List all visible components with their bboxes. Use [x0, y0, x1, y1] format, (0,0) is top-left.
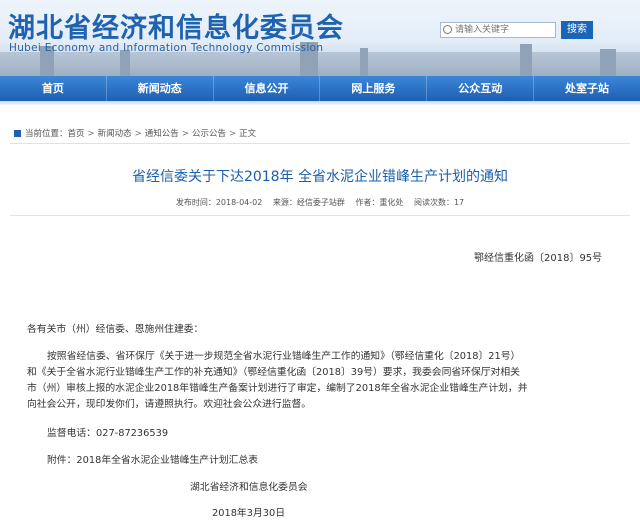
nav-shadow: [0, 101, 640, 105]
salutation: 各有关市（州）经信委、恩施州住建委：: [27, 324, 204, 335]
skyline-building: [360, 48, 368, 76]
article-author: 作者：重化处: [355, 198, 404, 207]
skyline-building: [600, 49, 616, 76]
header-banner: 湖北省经济和信息化委员会 Hubei Economy and Informati…: [0, 0, 640, 76]
breadcrumb-separator: >: [228, 129, 237, 139]
breadcrumb: 当前位置：首页 > 新闻动态 > 通知公告 > 公示公告 > 正文: [14, 127, 256, 139]
attachment-link[interactable]: 附件：2018年全省水泥企业错峰生产计划汇总表: [47, 453, 258, 468]
breadcrumb-separator: >: [87, 129, 95, 139]
search-icon: [443, 25, 452, 34]
view-count: 阅读次数：17: [413, 198, 465, 207]
paragraph-line: 和《关于全省水泥行业错峰生产工作的补充通知》（鄂经信重化函〔2018〕39号）要…: [27, 367, 520, 378]
home-icon: [14, 130, 21, 137]
document-number: 鄂经信重化函〔2018〕95号: [474, 253, 603, 264]
breadcrumb-item-home[interactable]: 首页: [68, 129, 85, 139]
search-input[interactable]: [440, 22, 556, 38]
breadcrumb-item-public-notices[interactable]: 公示公告: [192, 129, 226, 139]
article-title: 省经信委关于下达2018年 全省水泥企业错峰生产计划的通知: [131, 169, 509, 185]
signature: 湖北省经济和信息化委员会: [190, 482, 308, 493]
article-source: 来源：经信委子站群: [272, 198, 345, 207]
site-title: 湖北省经济和信息化委员会: [8, 13, 344, 44]
nav-item-home[interactable]: 首页: [0, 76, 107, 101]
paragraph-line: 按照省经信委、省环保厅《关于进一步规范全省水泥行业错峰生产工作的通知》（鄂经信重…: [47, 351, 521, 362]
breadcrumb-item-current: 正文: [239, 129, 257, 139]
nav-item-department-sites[interactable]: 处室子站: [534, 76, 640, 101]
city-skyline: [0, 52, 640, 76]
breadcrumb-item-news[interactable]: 新闻动态: [98, 129, 132, 139]
paragraph-line: 向社会公开，现印发你们，请遵照执行。欢迎社会公众进行监督。: [27, 399, 312, 410]
divider: [10, 143, 630, 144]
site-subtitle: Hubei Economy and Information Technology…: [9, 42, 324, 54]
paragraph-line: 市（州）审核上报的水泥企业2018年错峰生产备案计划进行了审定，编制了2018年…: [27, 383, 528, 394]
search-button[interactable]: 搜索: [561, 21, 593, 39]
main-nav: 首页 新闻动态 信息公开 网上服务 公众互动 处室子站: [0, 76, 640, 101]
breadcrumb-separator: >: [181, 129, 189, 139]
breadcrumb-separator: >: [134, 129, 142, 139]
publish-date: 发布时间：2018-04-02: [175, 198, 263, 207]
nav-item-online-services[interactable]: 网上服务: [320, 76, 428, 101]
nav-item-public-interaction[interactable]: 公众互动: [427, 76, 535, 101]
breadcrumb-item-notices[interactable]: 通知公告: [145, 129, 179, 139]
nav-item-news[interactable]: 新闻动态: [107, 76, 214, 101]
article-meta: 发布时间：2018-04-02 来源：经信委子站群 作者：重化处 阅读次数：17: [0, 197, 640, 208]
sign-date: 2018年3月30日: [212, 508, 286, 519]
breadcrumb-label: 当前位置：: [25, 129, 68, 139]
divider: [10, 215, 630, 216]
skyline-building: [520, 44, 532, 76]
supervision-phone: 监督电话：027-87236539: [47, 428, 169, 439]
nav-item-info-disclosure[interactable]: 信息公开: [214, 76, 321, 101]
